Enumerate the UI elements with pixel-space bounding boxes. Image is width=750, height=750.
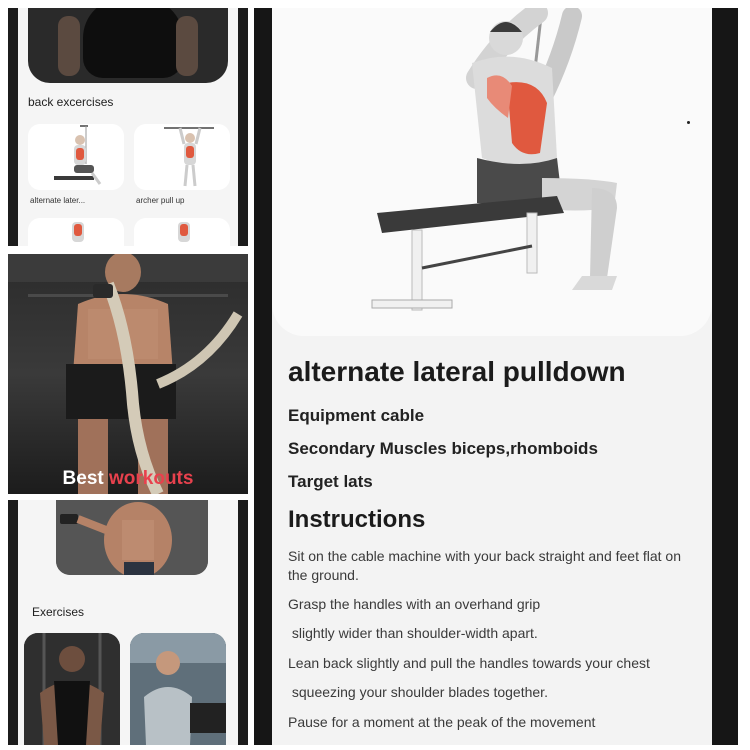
secondary-muscles-label: Secondary Muscles <box>288 439 447 458</box>
promo-accent-text: workouts <box>109 468 194 489</box>
section-title: back excercises <box>28 95 114 109</box>
instruction-step: Sit on the cable machine with your back … <box>288 548 682 583</box>
pullup-figure-icon <box>164 127 214 187</box>
target-label: Target <box>288 472 339 491</box>
indicator-dot <box>687 121 690 124</box>
instruction-step: slightly wider than shoulder-width apart… <box>288 625 538 641</box>
phone-bezel-left <box>8 8 18 246</box>
exercise-thumb[interactable] <box>134 218 230 246</box>
exercise-figure-icon <box>72 222 84 242</box>
equipment-label: Equipment <box>288 406 376 425</box>
battle-rope-athlete-image <box>8 254 248 494</box>
phone-bezel-left <box>8 500 18 745</box>
equipment-value: cable <box>380 406 425 425</box>
pulldown-figure-icon <box>54 125 102 185</box>
lateral-pulldown-illustration <box>371 8 617 311</box>
exercise-illustration-card <box>272 8 712 336</box>
promo-screen: Best workouts <box>8 254 248 494</box>
exercise-detail-screen: alternate lateral pulldown Equipment cab… <box>254 8 738 745</box>
hero-image[interactable] <box>56 500 208 575</box>
hero-shoulder-left <box>58 16 80 76</box>
exercises-screen: Exercises <box>8 500 248 745</box>
hero-image[interactable] <box>28 8 228 83</box>
phone-screen: back excercises alternate later... arche… <box>18 8 238 246</box>
instruction-step: Lean back slightly and pull the handles … <box>288 655 650 671</box>
secondary-muscles-value: biceps,rhomboids <box>451 439 598 458</box>
promo-caption: Best workouts <box>8 468 248 490</box>
equipment-row: Equipment cable <box>288 406 424 426</box>
exercise-thumb-archer-pull-up[interactable] <box>134 124 230 190</box>
exercise-card[interactable] <box>130 633 226 745</box>
instruction-step: Pause for a moment at the peak of the mo… <box>288 714 596 730</box>
target-row: Target lats <box>288 472 373 492</box>
back-exercises-screen: back excercises alternate later... arche… <box>8 8 248 246</box>
instructions-title: Instructions <box>288 506 426 533</box>
promo-text: Best <box>62 468 104 489</box>
secondary-muscles-row: Secondary Muscles biceps,rhomboids <box>288 439 598 459</box>
exercise-label: alternate later... <box>30 196 86 205</box>
hero-torso <box>83 8 183 78</box>
instruction-step: Grasp the handles with an overhand grip <box>288 596 541 612</box>
dumbbell-athlete-image <box>56 500 208 575</box>
exercise-thumb-alternate-lateral[interactable] <box>28 124 124 190</box>
exercise-thumb[interactable] <box>28 218 124 246</box>
phone-bezel-right <box>238 500 248 745</box>
back-athlete-image <box>24 633 120 745</box>
phone-bezel-right <box>238 8 248 246</box>
target-value: lats <box>343 472 373 491</box>
exercise-card[interactable] <box>24 633 120 745</box>
exercise-label: archer pull up <box>136 196 185 205</box>
exercise-title: alternate lateral pulldown <box>288 356 626 387</box>
gym-athlete-image <box>130 633 226 745</box>
hero-shoulder-right <box>176 16 198 76</box>
section-title: Exercises <box>32 605 85 619</box>
phone-screen: Exercises <box>18 500 238 745</box>
instruction-step: squeezing your shoulder blades together. <box>288 684 548 700</box>
phone-screen: alternate lateral pulldown Equipment cab… <box>272 8 712 745</box>
exercise-figure-icon <box>178 222 190 242</box>
